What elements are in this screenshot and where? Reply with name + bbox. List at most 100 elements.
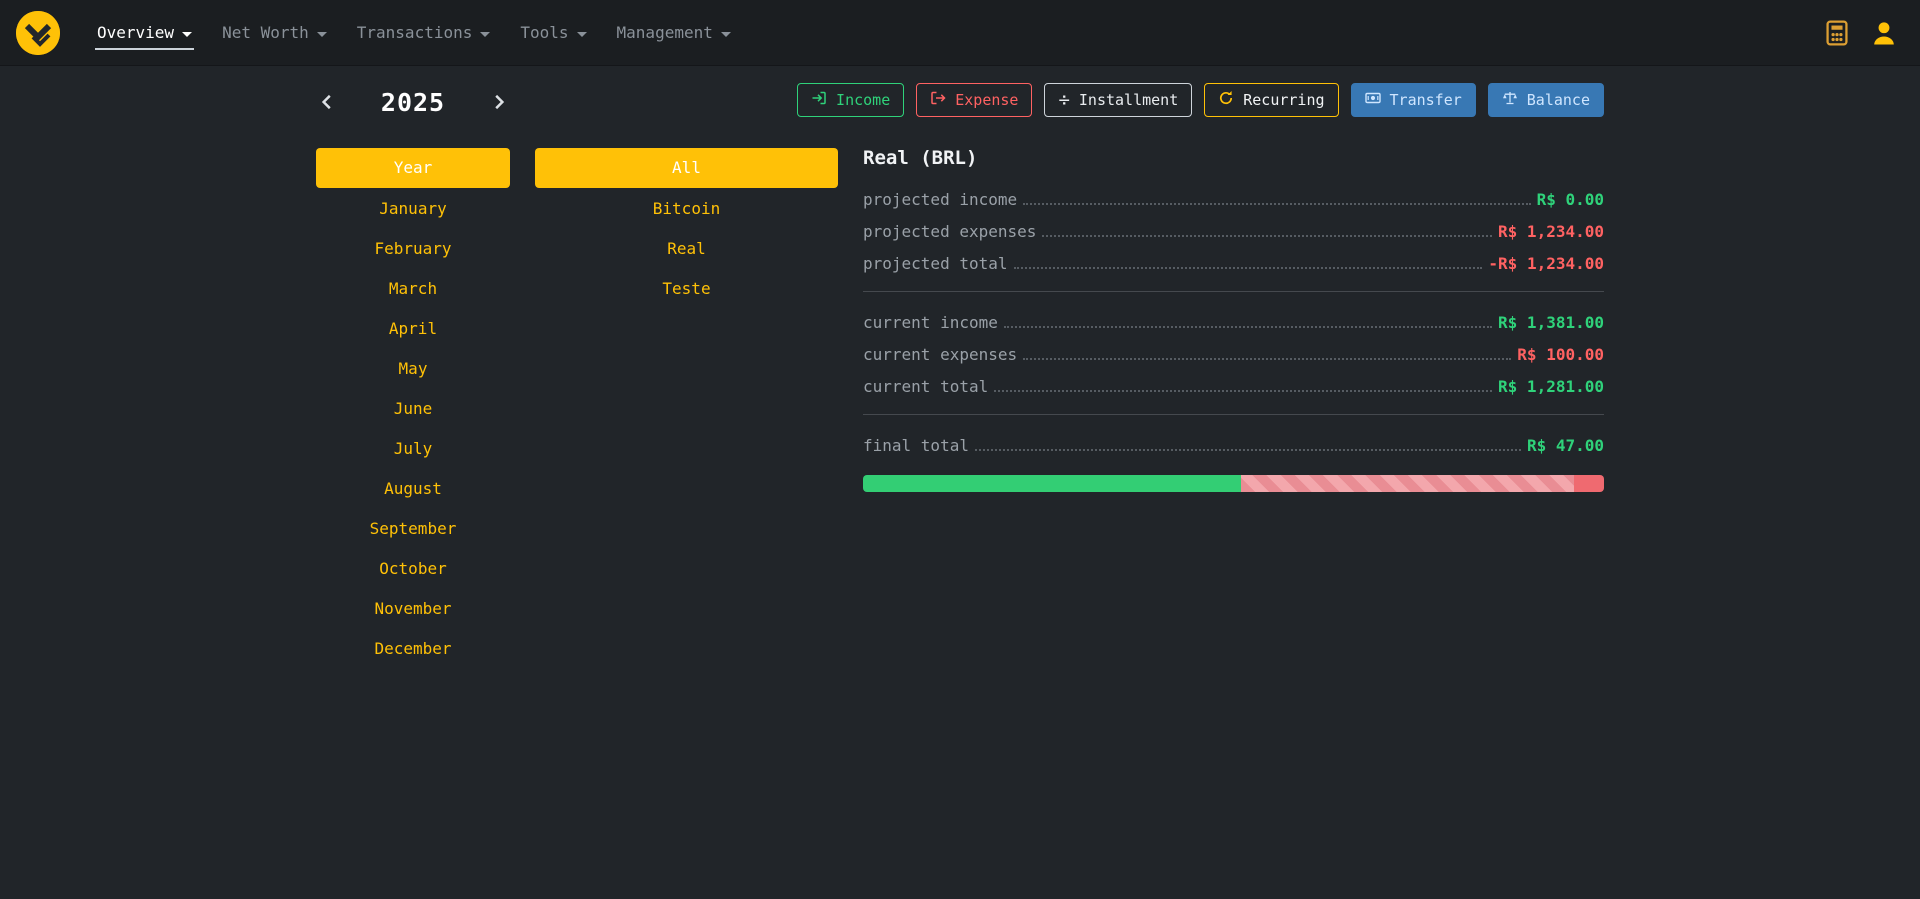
top-navbar: Overview Net Worth Transactions Tools Ma…: [0, 0, 1920, 66]
row-label: projected expenses: [863, 222, 1036, 241]
nav-item-net-worth[interactable]: Net Worth: [220, 15, 329, 50]
month-item-october[interactable]: October: [316, 549, 510, 589]
row-label: current total: [863, 377, 988, 396]
nav-overview-label: Overview: [97, 23, 174, 42]
scales-icon: [1502, 90, 1518, 110]
recurring-filter-button[interactable]: Recurring: [1204, 83, 1338, 117]
progress-segment-expense-solid: [1574, 475, 1604, 492]
all-accounts-button[interactable]: All: [535, 148, 838, 188]
income-expense-progress-bar: [863, 475, 1604, 492]
box-arrow-out-right-icon: [930, 90, 946, 110]
nav-item-management[interactable]: Management: [615, 15, 733, 50]
installment-filter-button[interactable]: ÷ Installment: [1044, 83, 1192, 117]
nav-net-worth-label: Net Worth: [222, 23, 309, 42]
chevron-down-icon: [317, 32, 327, 37]
dotted-leader: [1042, 235, 1492, 237]
summary-row-final-total: final total R$ 47.00: [863, 429, 1604, 461]
progress-segment-income: [863, 475, 1241, 492]
nav-management-label: Management: [617, 23, 713, 42]
dotted-leader: [1023, 358, 1511, 360]
nav-tools-label: Tools: [520, 23, 568, 42]
dotted-leader: [994, 390, 1492, 392]
cash-transfer-icon: [1365, 90, 1381, 110]
nav-item-tools[interactable]: Tools: [518, 15, 588, 50]
month-item-december[interactable]: December: [316, 629, 510, 669]
period-selector: 2025 Year January February March April M…: [316, 84, 510, 669]
month-item-march[interactable]: March: [316, 269, 510, 309]
account-item-teste[interactable]: Teste: [535, 269, 838, 309]
recurring-filter-label: Recurring: [1243, 91, 1324, 109]
month-item-september[interactable]: September: [316, 509, 510, 549]
balance-filter-button[interactable]: Balance: [1488, 83, 1604, 117]
month-item-april[interactable]: April: [316, 309, 510, 349]
row-value: R$ 1,281.00: [1498, 377, 1604, 396]
nav-item-transactions[interactable]: Transactions: [355, 15, 493, 50]
chevron-left-icon: [318, 93, 336, 111]
chevron-down-icon: [480, 32, 490, 37]
dotted-leader: [975, 449, 1521, 451]
summary-row-projected-income: projected income R$ 0.00: [863, 183, 1604, 215]
chevron-down-icon: [182, 32, 192, 37]
calculator-icon[interactable]: [1824, 20, 1850, 46]
installment-filter-label: Installment: [1079, 91, 1178, 109]
account-item-real[interactable]: Real: [535, 229, 838, 269]
account-selector: All Bitcoin Real Teste: [535, 148, 838, 309]
app-logo[interactable]: [16, 11, 60, 55]
transaction-filters: Income Expense ÷ Installment Recurring: [863, 83, 1604, 117]
row-label: current expenses: [863, 345, 1017, 364]
row-label: projected total: [863, 254, 1008, 273]
projected-rows: projected income R$ 0.00 projected expen…: [863, 183, 1604, 279]
balance-filter-label: Balance: [1527, 91, 1590, 109]
current-rows: current income R$ 1,381.00 current expen…: [863, 306, 1604, 402]
row-value: R$ 100.00: [1517, 345, 1604, 364]
row-value: R$ 0.00: [1537, 190, 1604, 209]
transfer-filter-label: Transfer: [1390, 91, 1462, 109]
nav-transactions-label: Transactions: [357, 23, 473, 42]
account-summary-title: Real (BRL): [863, 147, 1604, 169]
account-item-bitcoin[interactable]: Bitcoin: [535, 189, 838, 229]
transfer-filter-button[interactable]: Transfer: [1351, 83, 1476, 117]
income-filter-label: Income: [836, 91, 890, 109]
summary-row-projected-total: projected total -R$ 1,234.00: [863, 247, 1604, 279]
chevron-right-icon: [490, 93, 508, 111]
summary-row-projected-expenses: projected expenses R$ 1,234.00: [863, 215, 1604, 247]
navbar-actions: [1824, 19, 1904, 47]
row-label: projected income: [863, 190, 1017, 209]
month-item-january[interactable]: January: [316, 189, 510, 229]
arrow-repeat-icon: [1218, 90, 1234, 110]
logo-icon: [16, 11, 60, 55]
progress-segment-expense-striped: [1241, 475, 1574, 492]
summary-row-current-total: current total R$ 1,281.00: [863, 370, 1604, 402]
month-item-february[interactable]: February: [316, 229, 510, 269]
previous-year-button[interactable]: [316, 91, 338, 113]
nav-item-overview[interactable]: Overview: [95, 15, 194, 50]
account-list: Bitcoin Real Teste: [535, 189, 838, 309]
summary-divider: [863, 291, 1604, 292]
summary-row-current-expenses: current expenses R$ 100.00: [863, 338, 1604, 370]
division-icon: ÷: [1058, 91, 1069, 110]
row-value: R$ 1,234.00: [1498, 222, 1604, 241]
summary-divider: [863, 414, 1604, 415]
month-item-june[interactable]: June: [316, 389, 510, 429]
month-item-july[interactable]: July: [316, 429, 510, 469]
month-item-november[interactable]: November: [316, 589, 510, 629]
main-nav: Overview Net Worth Transactions Tools Ma…: [82, 0, 746, 65]
month-item-august[interactable]: August: [316, 469, 510, 509]
row-label: final total: [863, 436, 969, 455]
income-filter-button[interactable]: Income: [797, 83, 904, 117]
month-list: January February March April May June Ju…: [316, 189, 510, 669]
year-button[interactable]: Year: [316, 148, 510, 188]
next-year-button[interactable]: [488, 91, 510, 113]
row-value: R$ 47.00: [1527, 436, 1604, 455]
dotted-leader: [1023, 203, 1530, 205]
chevron-down-icon: [721, 32, 731, 37]
row-value: R$ 1,381.00: [1498, 313, 1604, 332]
user-icon[interactable]: [1870, 19, 1898, 47]
box-arrow-in-right-icon: [811, 90, 827, 110]
month-item-may[interactable]: May: [316, 349, 510, 389]
year-header: 2025: [316, 84, 510, 120]
expense-filter-label: Expense: [955, 91, 1018, 109]
row-label: current income: [863, 313, 998, 332]
account-summary-panel: Income Expense ÷ Installment Recurring: [863, 83, 1604, 492]
expense-filter-button[interactable]: Expense: [916, 83, 1032, 117]
